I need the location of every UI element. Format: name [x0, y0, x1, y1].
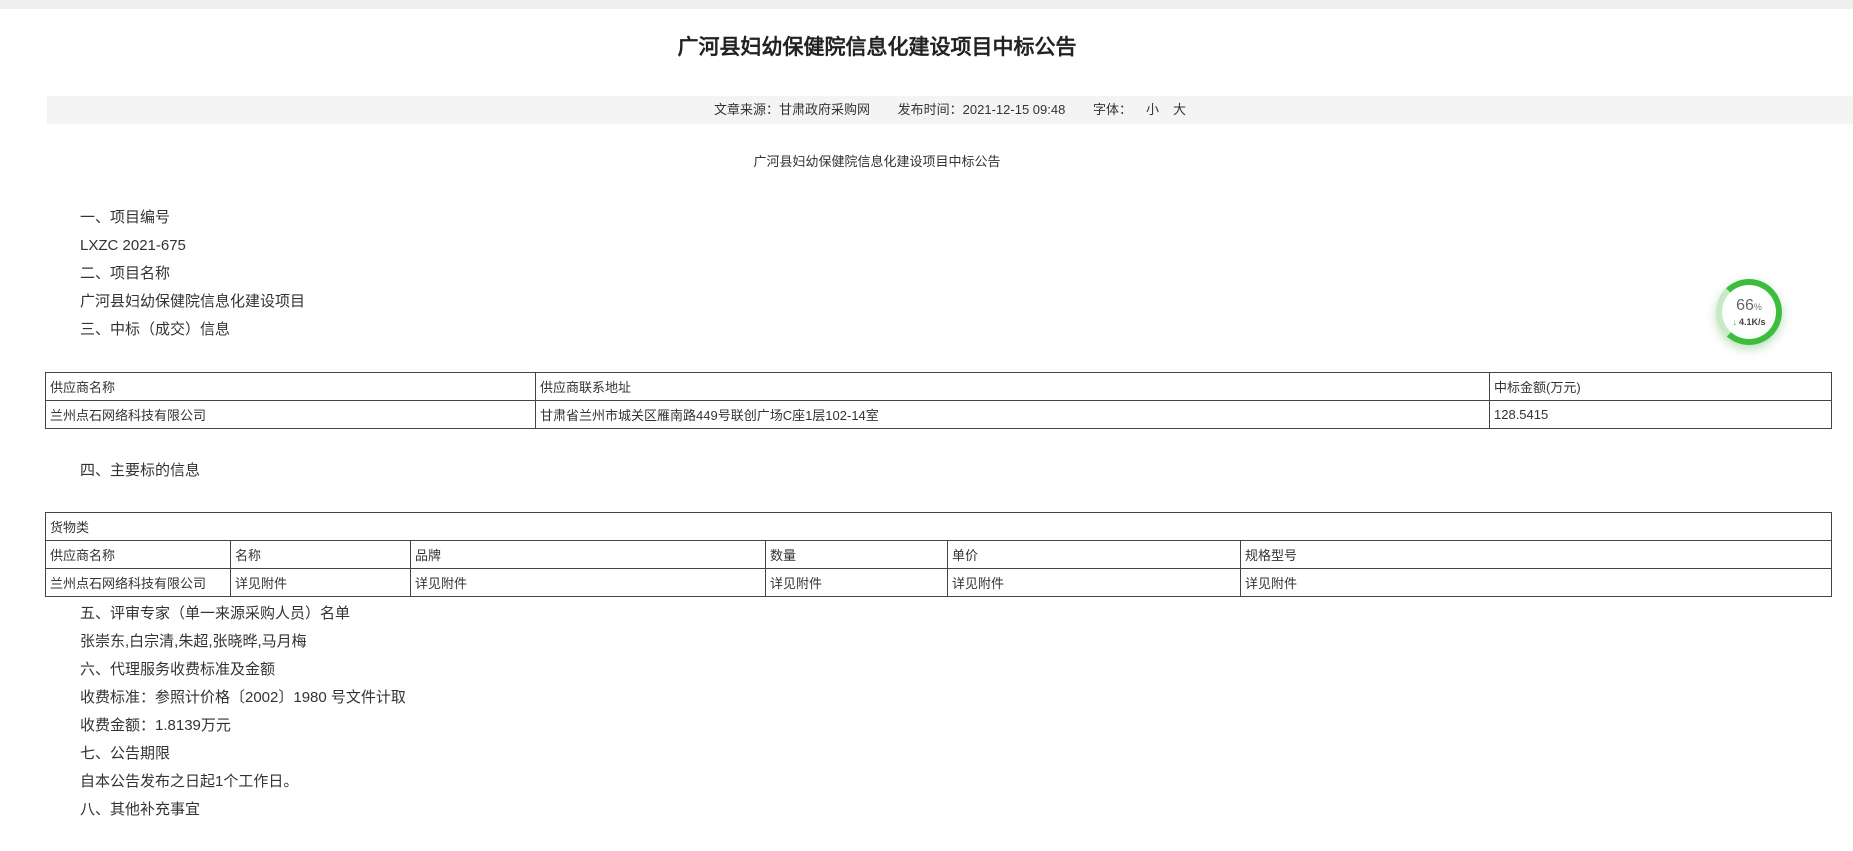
download-percent: 66%: [1736, 298, 1762, 315]
article-source-value: 甘肃政府采购网: [779, 102, 870, 117]
table-header-row: 供应商名称 名称 品牌 数量 单价 规格型号: [46, 541, 1832, 569]
publish-time-value: 2021-12-15 09:48: [963, 102, 1066, 117]
publish-time-label: 发布时间：: [898, 102, 963, 117]
cell-supplier-name: 兰州点石网络科技有限公司: [46, 569, 231, 597]
section-heading-8: 八、其他补充事宜: [80, 796, 1853, 824]
cell-item-name: 详见附件: [231, 569, 411, 597]
download-percent-value: 66: [1736, 297, 1754, 314]
font-small-button[interactable]: 小: [1146, 102, 1159, 117]
cell-supplier-name: 兰州点石网络科技有限公司: [46, 401, 536, 429]
cell-unit-price: 详见附件: [948, 569, 1241, 597]
download-progress-widget[interactable]: 66% ↓4.1K/s: [1716, 279, 1782, 345]
section-heading-6: 六、代理服务收费标准及金额: [80, 656, 1853, 684]
section-heading-4: 四、主要标的信息: [80, 457, 1853, 485]
header-supplier-name: 供应商名称: [46, 373, 536, 401]
header-supplier-address: 供应商联系地址: [536, 373, 1490, 401]
expert-names: 张崇东,白宗清,朱超,张晓晔,马月梅: [80, 628, 1853, 656]
header-supplier-name: 供应商名称: [46, 541, 231, 569]
section-heading-7: 七、公告期限: [80, 740, 1853, 768]
article-source-label: 文章来源：: [714, 102, 779, 117]
font-large-button[interactable]: 大: [1173, 102, 1186, 117]
announcement-period: 自本公告发布之日起1个工作日。: [80, 768, 1853, 796]
section-heading-1: 一、项目编号: [80, 204, 1853, 232]
header-item-name: 名称: [231, 541, 411, 569]
article-source: 文章来源：甘肃政府采购网: [714, 102, 870, 117]
cell-award-amount: 128.5415: [1490, 401, 1832, 429]
header-unit-price: 单价: [948, 541, 1241, 569]
category-row: 货物类: [46, 513, 1832, 541]
font-size-control: 字体： 小大: [1093, 102, 1186, 117]
section-heading-2: 二、项目名称: [80, 260, 1853, 288]
project-number: LXZC 2021-675: [80, 232, 1853, 260]
project-name: 广河县妇幼保健院信息化建设项目: [80, 288, 1853, 316]
cell-spec-model: 详见附件: [1241, 569, 1832, 597]
fee-amount: 收费金额：1.8139万元: [80, 712, 1853, 740]
top-strip: [0, 0, 1853, 9]
sections-1-3: 一、项目编号 LXZC 2021-675 二、项目名称 广河县妇幼保健院信息化建…: [80, 204, 1853, 344]
cell-category: 货物类: [46, 513, 1832, 541]
article-subtitle: 广河县妇幼保健院信息化建设项目中标公告: [47, 152, 1707, 172]
publish-time: 发布时间：2021-12-15 09:48: [898, 102, 1066, 117]
award-info-table: 供应商名称 供应商联系地址 中标金额(万元) 兰州点石网络科技有限公司 甘肃省兰…: [45, 372, 1832, 429]
section-4: 四、主要标的信息: [80, 457, 1853, 485]
meta-bar: 文章来源：甘肃政府采购网 发布时间：2021-12-15 09:48 字体： 小大: [47, 96, 1853, 124]
header-brand: 品牌: [411, 541, 766, 569]
download-speed: ↓4.1K/s: [1732, 317, 1765, 327]
section-heading-5: 五、评审专家（单一来源采购人员）名单: [80, 600, 1853, 628]
sections-5-8: 五、评审专家（单一来源采购人员）名单 张崇东,白宗清,朱超,张晓晔,马月梅 六、…: [80, 600, 1853, 824]
page-title: 广河县妇幼保健院信息化建设项目中标公告: [47, 33, 1707, 63]
download-progress-inner: 66% ↓4.1K/s: [1722, 285, 1776, 339]
cell-brand: 详见附件: [411, 569, 766, 597]
header-award-amount: 中标金额(万元): [1490, 373, 1832, 401]
cell-quantity: 详见附件: [766, 569, 948, 597]
table-row: 兰州点石网络科技有限公司 甘肃省兰州市城关区雁南路449号联创广场C座1层102…: [46, 401, 1832, 429]
cell-supplier-address: 甘肃省兰州市城关区雁南路449号联创广场C座1层102-14室: [536, 401, 1490, 429]
percent-symbol: %: [1754, 302, 1762, 312]
fee-standard: 收费标准：参照计价格〔2002〕1980 号文件计取: [80, 684, 1853, 712]
section-heading-3: 三、中标（成交）信息: [80, 316, 1853, 344]
main-items-table: 货物类 供应商名称 名称 品牌 数量 单价 规格型号 兰州点石网络科技有限公司 …: [45, 512, 1832, 597]
font-size-label: 字体：: [1093, 102, 1132, 117]
arrow-down-icon: ↓: [1732, 317, 1737, 327]
table-row: 兰州点石网络科技有限公司 详见附件 详见附件 详见附件 详见附件 详见附件: [46, 569, 1832, 597]
download-speed-value: 4.1K/s: [1739, 317, 1766, 327]
header-spec-model: 规格型号: [1241, 541, 1832, 569]
header-quantity: 数量: [766, 541, 948, 569]
table-header-row: 供应商名称 供应商联系地址 中标金额(万元): [46, 373, 1832, 401]
